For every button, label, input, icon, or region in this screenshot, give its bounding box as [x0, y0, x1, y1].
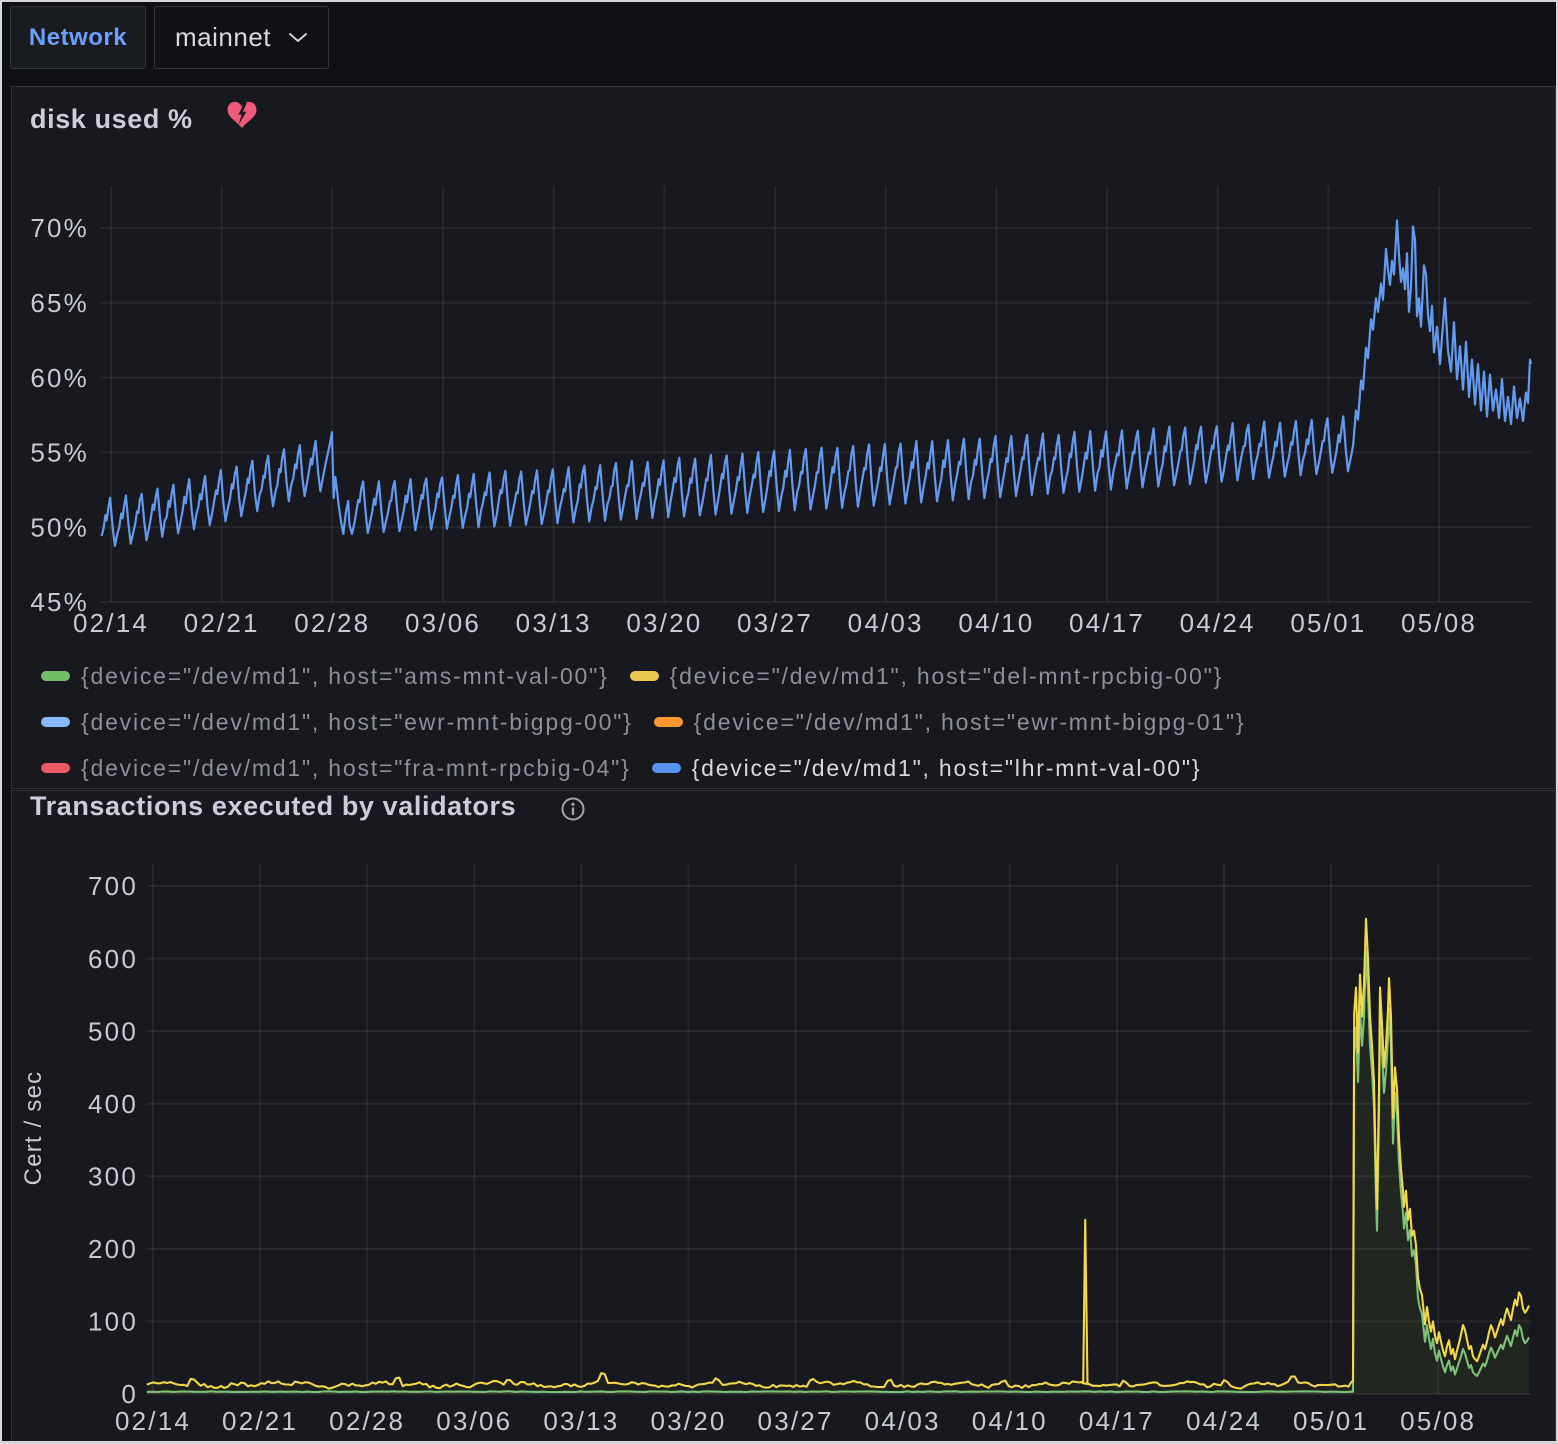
svg-text:04/03: 04/03	[865, 1406, 941, 1436]
svg-text:60%: 60%	[30, 363, 89, 393]
svg-text:04/24: 04/24	[1186, 1406, 1262, 1436]
svg-text:02/21: 02/21	[184, 608, 260, 638]
svg-text:500: 500	[88, 1016, 138, 1046]
svg-text:600: 600	[88, 944, 138, 974]
svg-text:03/20: 03/20	[650, 1406, 726, 1436]
svg-text:05/08: 05/08	[1401, 608, 1477, 638]
svg-text:04/03: 04/03	[848, 608, 924, 638]
svg-text:02/28: 02/28	[294, 608, 370, 638]
svg-text:04/24: 04/24	[1180, 608, 1256, 638]
svg-text:03/06: 03/06	[436, 1406, 512, 1436]
svg-text:04/10: 04/10	[972, 1406, 1048, 1436]
svg-text:70%: 70%	[30, 213, 89, 243]
svg-text:02/14: 02/14	[115, 1406, 191, 1436]
svg-text:Cert / sec: Cert / sec	[20, 1071, 47, 1186]
svg-text:03/20: 03/20	[626, 608, 702, 638]
svg-text:04/17: 04/17	[1079, 1406, 1155, 1436]
svg-text:50%: 50%	[30, 512, 89, 542]
svg-text:300: 300	[88, 1162, 138, 1192]
svg-text:05/08: 05/08	[1400, 1406, 1476, 1436]
svg-text:03/06: 03/06	[405, 608, 481, 638]
svg-text:03/13: 03/13	[543, 1406, 619, 1436]
svg-text:700: 700	[88, 871, 138, 901]
svg-text:04/10: 04/10	[958, 608, 1034, 638]
svg-text:03/27: 03/27	[737, 608, 813, 638]
svg-text:200: 200	[88, 1234, 138, 1264]
svg-text:04/17: 04/17	[1069, 608, 1145, 638]
svg-text:100: 100	[88, 1307, 138, 1337]
svg-text:400: 400	[88, 1089, 138, 1119]
svg-text:65%: 65%	[30, 288, 89, 318]
svg-text:55%: 55%	[30, 438, 89, 468]
svg-text:05/01: 05/01	[1293, 1406, 1369, 1436]
svg-text:02/21: 02/21	[222, 1406, 298, 1436]
svg-text:05/01: 05/01	[1290, 608, 1366, 638]
svg-text:03/27: 03/27	[758, 1406, 834, 1436]
svg-text:02/14: 02/14	[73, 608, 149, 638]
svg-text:0: 0	[121, 1379, 138, 1409]
svg-text:03/13: 03/13	[516, 608, 592, 638]
svg-text:02/28: 02/28	[329, 1406, 405, 1436]
